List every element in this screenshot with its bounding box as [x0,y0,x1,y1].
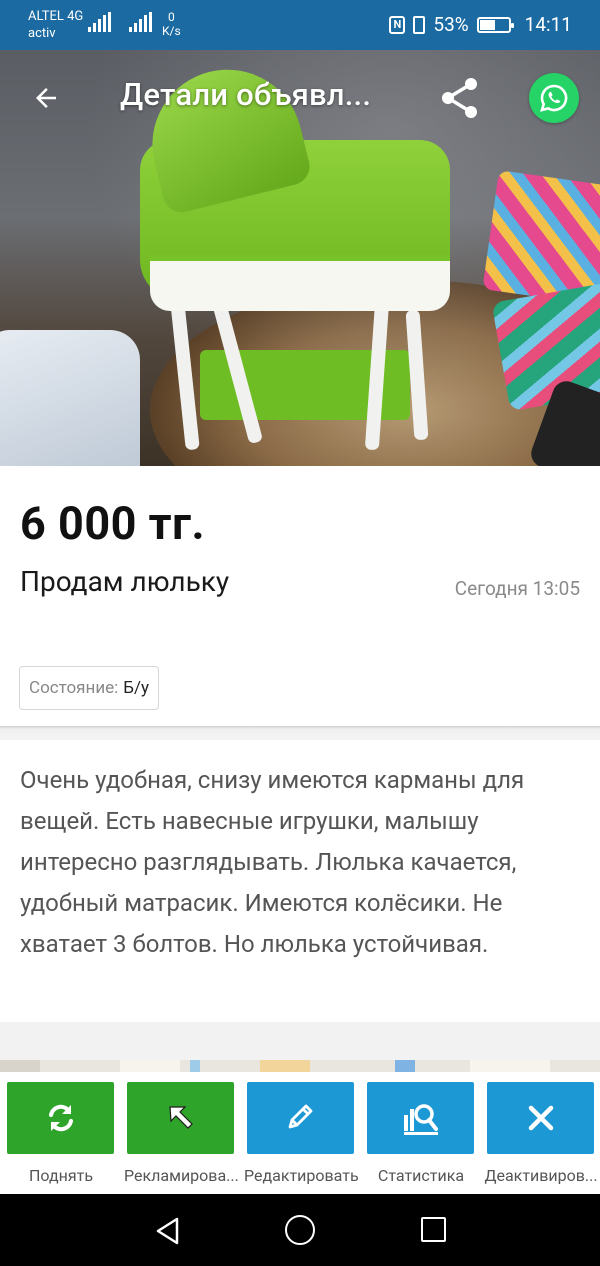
condition-chip: Состояние: Б/у [19,666,160,710]
stats-icon [403,1104,438,1135]
edit-button[interactable] [247,1082,354,1154]
photo-crib-legs [170,295,429,460]
stats-action[interactable]: Статистика [367,1082,474,1185]
section-divider [0,726,600,740]
edit-label: Редактировать [244,1166,358,1185]
pencil-icon [288,1104,312,1129]
status-right: N 53% 14:11 [389,13,572,36]
whatsapp-icon [540,84,568,112]
photo-crib-ruffle [150,255,450,311]
nfc-icon: N [389,15,406,34]
battery-icon [476,16,514,33]
arrow-left-icon [36,88,56,108]
nav-recents-icon[interactable] [421,1217,446,1242]
advertise-button[interactable] [127,1082,234,1154]
listing-title: Продам люльку [20,565,230,598]
listing-price: 6 000 тг. [20,497,206,550]
advertise-action[interactable]: Рекламирова... [124,1082,238,1185]
carrier-info: ALTEL 4G activ [28,8,83,42]
battery-percent: 53% [433,13,469,36]
deactivate-action[interactable]: Деактивиров... [484,1082,598,1185]
close-icon [528,1105,553,1131]
vibrate-icon [413,15,426,34]
raise-label: Поднять [28,1166,94,1185]
listing-description: Очень удобная, снизу имеются карманы для… [20,766,525,958]
share-button[interactable] [436,74,484,122]
signal-icons [88,12,152,32]
back-button[interactable] [26,74,66,122]
raise-button[interactable] [7,1082,114,1154]
nav-back-icon[interactable] [154,1216,182,1246]
status-bar: ALTEL 4G activ 0 K/s N 53% 14:11 [0,0,600,50]
speed-value: 0 [168,10,175,24]
edit-action[interactable]: Редактировать [244,1082,358,1185]
carrier-sub: activ [28,26,56,41]
stats-button[interactable] [367,1082,474,1154]
raise-action[interactable]: Поднять [7,1082,114,1185]
deactivate-label: Деактивиров... [484,1166,598,1185]
whatsapp-button[interactable] [529,73,579,123]
photo-blanket [0,330,140,466]
signal-icon-2 [129,12,152,32]
action-bar: Поднять Рекламирова... Редактировать Ста… [0,1072,600,1194]
nav-home-icon[interactable] [285,1215,315,1245]
share-icon [442,78,477,118]
page-title: Детали объявл... [120,76,372,113]
deactivate-button[interactable] [487,1082,594,1154]
stats-label: Статистика [377,1166,465,1185]
carrier-name: ALTEL 4G [28,9,84,24]
speed-unit: K/s [162,24,181,38]
signal-icon [88,12,111,32]
app-bar: Детали объявл... [0,50,600,146]
refresh-icon [48,1104,73,1132]
system-nav-bar [0,1194,600,1266]
condition-value: Б/у [123,678,150,698]
listing-date: Сегодня 13:05 [454,577,580,600]
condition-label: Состояние: [29,678,119,698]
advertise-label: Рекламирова... [124,1166,238,1185]
network-speed: 0 K/s [162,10,181,38]
cursor-arrow-icon [168,1106,193,1129]
clock: 14:11 [524,13,572,36]
